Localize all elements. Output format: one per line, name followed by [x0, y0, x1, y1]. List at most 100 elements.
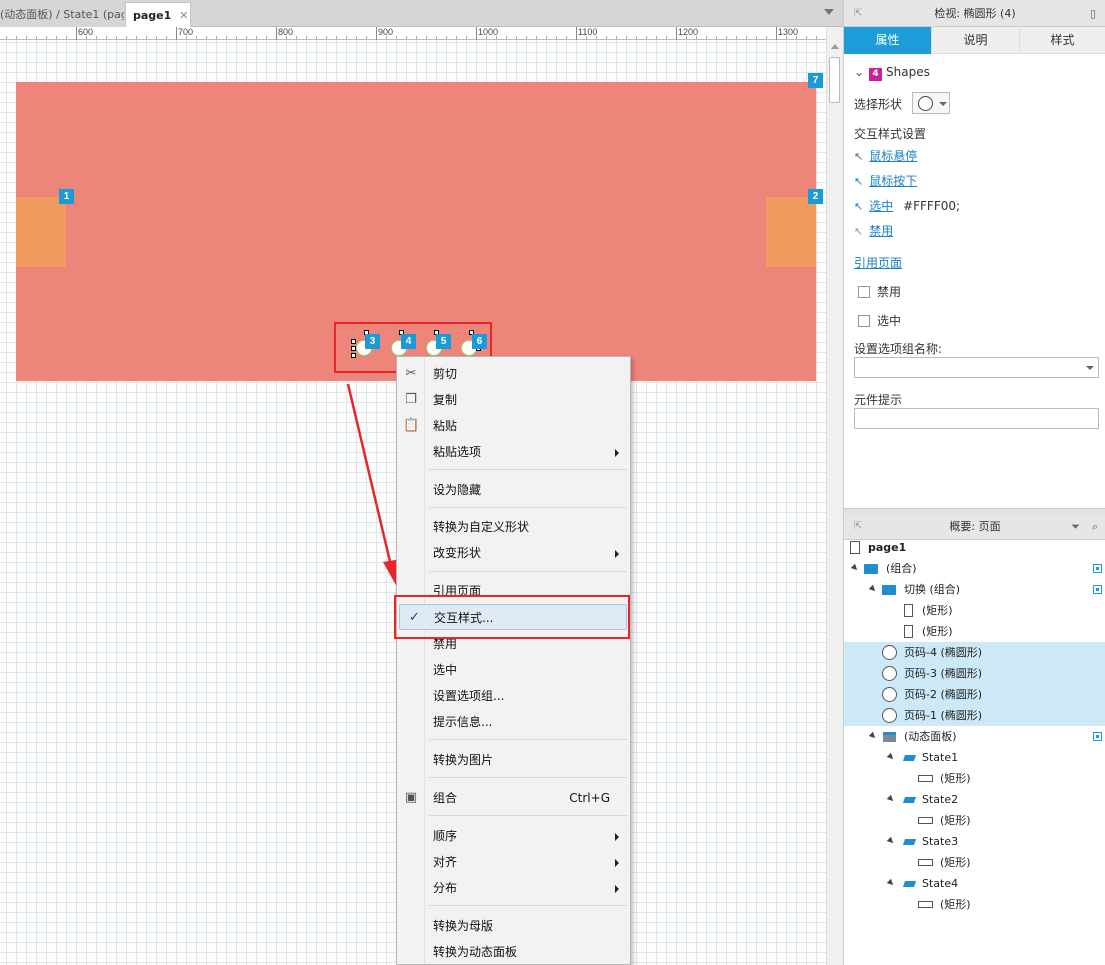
option-group-select[interactable]	[854, 357, 1099, 378]
selected-checkbox-label: 选中	[877, 314, 902, 328]
submenu-arrow-icon	[615, 833, 619, 841]
pin-icon[interactable]: ⇱	[854, 0, 862, 27]
ruler-major-tick	[676, 27, 677, 40]
menu-item-convert-master[interactable]: 转换为母版	[397, 913, 630, 939]
shape-picker-button[interactable]	[911, 92, 950, 114]
tab-properties[interactable]: 属性	[844, 27, 932, 54]
menu-item-order[interactable]: 顺序	[397, 823, 630, 849]
expand-arrow-icon[interactable]	[868, 731, 878, 741]
cursor-icon: ↖	[854, 200, 864, 213]
menu-item-align[interactable]: 对齐	[397, 849, 630, 875]
selected-checkbox-row[interactable]: 选中	[858, 312, 901, 329]
menu-item-group[interactable]: ▣ 组合 Ctrl+G	[397, 785, 630, 811]
inspector-tabs: 属性 说明 样式	[844, 27, 1105, 54]
outline-item-rect[interactable]: (矩形)	[844, 852, 1105, 873]
outline-item-label: State3	[922, 835, 959, 848]
tooltip-input[interactable]	[854, 408, 1099, 429]
outline-item-page[interactable]: page1	[844, 537, 1105, 558]
menu-item-set-hidden[interactable]: 设为隐藏	[397, 477, 630, 503]
canvas-vertical-scrollbar[interactable]	[826, 27, 842, 965]
outline-item-rect[interactable]: (矩形)	[844, 600, 1105, 621]
inspector-header: ⇱ 检视: 椭圆形 (4) ▯	[844, 0, 1105, 27]
pin-icon[interactable]: ⇱	[854, 513, 862, 540]
right-rectangle-widget[interactable]	[766, 197, 816, 267]
menu-item-paste-options[interactable]: 粘贴选项	[397, 439, 630, 465]
search-icon[interactable]: ⌕	[1092, 513, 1098, 540]
chevron-down-icon	[938, 102, 947, 106]
outline-item-state[interactable]: State4	[844, 873, 1105, 894]
tab-page1-label: page1	[133, 9, 172, 22]
menu-item-convert-image-label: 转换为图片	[433, 753, 494, 767]
outline-item-ellipse[interactable]: 页码-3 (椭圆形)	[844, 663, 1105, 684]
disable-checkbox-row[interactable]: 禁用	[858, 283, 901, 300]
left-rectangle-widget[interactable]	[16, 197, 66, 267]
outline-item-ellipse[interactable]: 页码-1 (椭圆形)	[844, 705, 1105, 726]
shapes-count-badge: 4	[869, 68, 882, 81]
tab-style[interactable]: 样式	[1020, 27, 1105, 54]
outline-item-rect[interactable]: (矩形)	[844, 768, 1105, 789]
interaction-marker-2[interactable]: 2	[808, 189, 823, 204]
outline-item-rect[interactable]: (矩形)	[844, 810, 1105, 831]
menu-item-distribute-label: 分布	[433, 881, 458, 895]
mouse-down-link[interactable]: 鼠标按下	[869, 174, 917, 188]
expand-arrow-icon[interactable]	[850, 563, 860, 573]
outline-item-dynamic-panel[interactable]: (动态面板)	[844, 726, 1105, 747]
outline-item-group[interactable]: (组合)	[844, 558, 1105, 579]
shapes-section-header[interactable]: ⌄ 4 Shapes	[854, 65, 930, 81]
outline-item-label: 页码-4 (椭圆形)	[904, 646, 983, 659]
outline-item-label: 页码-1 (椭圆形)	[904, 709, 983, 722]
interaction-marker-7[interactable]: 7	[808, 73, 823, 88]
page-icon[interactable]: ▯	[1090, 0, 1096, 27]
interaction-marker-1[interactable]: 1	[59, 189, 74, 204]
outline-item-ellipse[interactable]: 页码-4 (椭圆形)	[844, 642, 1105, 663]
menu-item-convert-dynamic-panel-label: 转换为动态面板	[433, 945, 518, 959]
outline-item-ellipse[interactable]: 页码-2 (椭圆形)	[844, 684, 1105, 705]
tab-page1[interactable]: page1 ✕	[125, 2, 191, 27]
folder-icon	[864, 564, 878, 574]
mouse-over-row: ↖ 鼠标悬停	[854, 147, 917, 164]
filter-icon[interactable]: ⏷	[1071, 513, 1080, 540]
mouse-over-link[interactable]: 鼠标悬停	[869, 149, 917, 163]
ruler-major-tick	[176, 27, 177, 40]
scroll-up-arrow-icon[interactable]	[831, 44, 839, 49]
scrollbar-thumb[interactable]	[829, 57, 840, 103]
menu-item-convert-image[interactable]: 转换为图片	[397, 747, 630, 773]
outline-item-state[interactable]: State3	[844, 831, 1105, 852]
menu-item-cut[interactable]: ✂ 剪切	[397, 361, 630, 387]
outline-item-state[interactable]: State2	[844, 789, 1105, 810]
expand-arrow-icon[interactable]	[886, 878, 896, 888]
expand-arrow-icon[interactable]	[868, 584, 878, 594]
menu-item-distribute[interactable]: 分布	[397, 875, 630, 901]
outline-item-rect[interactable]: (矩形)	[844, 621, 1105, 642]
menu-item-selected[interactable]: 选中	[397, 657, 630, 683]
expand-arrow-icon[interactable]	[886, 794, 896, 804]
menu-item-copy[interactable]: ❐ 复制	[397, 387, 630, 413]
selected-checkbox[interactable]	[858, 315, 870, 327]
tab-list-dropdown-icon[interactable]	[824, 9, 834, 15]
menu-item-copy-label: 复制	[433, 393, 458, 407]
outline-item-label: 切换 (组合)	[904, 583, 961, 596]
outline-item-state[interactable]: State1	[844, 747, 1105, 768]
tab-state1-page1[interactable]: (动态面板) / State1 (page1)✕	[0, 2, 124, 27]
disable-checkbox[interactable]	[858, 286, 870, 298]
outline-item-rect[interactable]: (矩形)	[844, 894, 1105, 915]
outline-header: ⇱ 概要: 页面 ⏷ ⌕	[844, 513, 1105, 540]
tab-notes[interactable]: 说明	[932, 27, 1020, 54]
menu-item-paste[interactable]: 📋 粘贴	[397, 413, 630, 439]
menu-separator	[429, 815, 627, 816]
menu-item-set-option-group[interactable]: 设置选项组...	[397, 683, 630, 709]
outline-item-label: State1	[922, 751, 959, 764]
menu-item-convert-custom-shape[interactable]: 转换为自定义形状	[397, 514, 630, 540]
reference-page-link[interactable]: 引用页面	[854, 256, 902, 270]
select-shape-label: 选择形状	[854, 97, 903, 112]
menu-item-convert-dynamic-panel[interactable]: 转换为动态面板	[397, 939, 630, 965]
mouse-down-row: ↖ 鼠标按下	[854, 172, 917, 189]
tab-page1-close-icon[interactable]: ✕	[179, 9, 188, 22]
outline-item-switch-group[interactable]: 切换 (组合)	[844, 579, 1105, 600]
disabled-link[interactable]: 禁用	[869, 224, 893, 238]
expand-arrow-icon[interactable]	[886, 836, 896, 846]
selected-link[interactable]: 选中	[869, 199, 893, 213]
expand-arrow-icon[interactable]	[886, 752, 896, 762]
menu-item-tooltip[interactable]: 提示信息...	[397, 709, 630, 735]
menu-item-change-shape[interactable]: 改变形状	[397, 540, 630, 566]
